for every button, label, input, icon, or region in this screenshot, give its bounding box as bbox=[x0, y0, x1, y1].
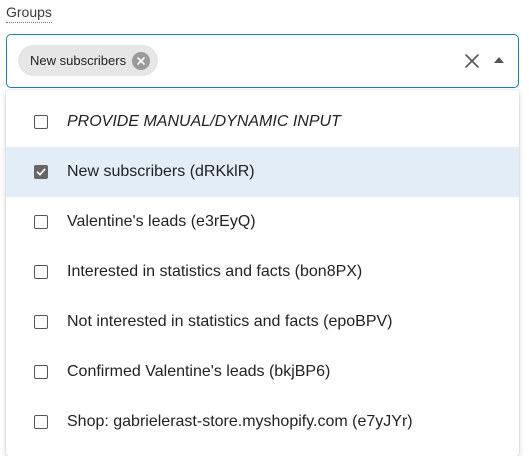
checkbox-empty-icon[interactable] bbox=[34, 365, 48, 379]
option-not-interested-statistics[interactable]: Not interested in statistics and facts (… bbox=[6, 297, 519, 347]
checkbox-empty-icon[interactable] bbox=[34, 415, 48, 429]
field-label: Groups bbox=[6, 4, 52, 23]
option-provide-manual-input[interactable]: PROVIDE MANUAL/DYNAMIC INPUT bbox=[6, 97, 519, 147]
caret-up-icon[interactable] bbox=[491, 52, 507, 68]
option-label: Confirmed Valentine's leads (bkjBP6) bbox=[67, 363, 331, 380]
checkbox-empty-icon[interactable] bbox=[34, 215, 48, 229]
option-label: PROVIDE MANUAL/DYNAMIC INPUT bbox=[67, 113, 341, 130]
selected-chip: New subscribers bbox=[18, 45, 159, 76]
clear-icon[interactable] bbox=[462, 51, 482, 71]
groups-select[interactable]: New subscribers bbox=[6, 34, 519, 88]
option-shop-store[interactable]: Shop: gabrielerast-store.myshopify.com (… bbox=[6, 397, 519, 447]
checkbox-empty-icon[interactable] bbox=[34, 115, 48, 129]
options-dropdown: PROVIDE MANUAL/DYNAMIC INPUT New subscri… bbox=[6, 90, 519, 456]
chip-remove-icon[interactable] bbox=[132, 51, 151, 70]
option-label: Valentine's leads (e3rEyQ) bbox=[67, 213, 256, 230]
checkbox-empty-icon[interactable] bbox=[34, 315, 48, 329]
option-new-subscribers[interactable]: New subscribers (dRKklR) bbox=[6, 147, 519, 197]
checkbox-empty-icon[interactable] bbox=[34, 265, 48, 279]
option-label: Interested in statistics and facts (bon8… bbox=[67, 263, 363, 280]
option-confirmed-valentines-leads[interactable]: Confirmed Valentine's leads (bkjBP6) bbox=[6, 347, 519, 397]
option-interested-statistics[interactable]: Interested in statistics and facts (bon8… bbox=[6, 247, 519, 297]
option-valentines-leads[interactable]: Valentine's leads (e3rEyQ) bbox=[6, 197, 519, 247]
option-label: Not interested in statistics and facts (… bbox=[67, 313, 393, 330]
option-label: Shop: gabrielerast-store.myshopify.com (… bbox=[67, 413, 413, 430]
option-label: New subscribers (dRKklR) bbox=[67, 163, 255, 180]
chip-label: New subscribers bbox=[30, 53, 127, 68]
checkbox-checked-icon[interactable] bbox=[34, 165, 48, 179]
